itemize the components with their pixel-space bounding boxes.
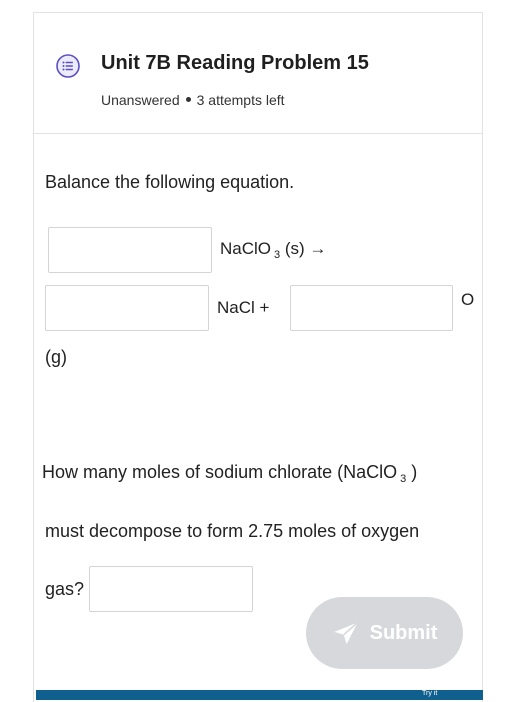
reactant-subscript: 3	[274, 249, 281, 261]
question-line-3: gas?	[45, 579, 85, 599]
question-line-1: How many moles of sodium chlorate (NaClO…	[42, 462, 418, 485]
footer-bar	[36, 690, 483, 700]
instruction-text: Balance the following equation.	[45, 172, 295, 192]
list-icon	[56, 54, 80, 78]
question-line-1-text: How many moles of sodium chlorate (NaClO	[42, 462, 398, 482]
question-line-2: must decompose to form 2.75 moles of oxy…	[45, 521, 420, 541]
moles-answer-input[interactable]	[89, 566, 253, 612]
question-subscript: 3	[400, 473, 407, 485]
separator-dot	[185, 96, 191, 102]
send-arrow-icon	[333, 621, 358, 645]
submit-label: Submit	[369, 621, 438, 644]
try-it-link[interactable]: Try it	[422, 690, 437, 697]
product-nacl: NaCl +	[217, 298, 270, 317]
question-status: Unanswered 3 attempts left	[101, 92, 285, 108]
gas-state-label: (g)	[45, 347, 67, 367]
question-title: Unit 7B Reading Problem 15	[101, 52, 369, 74]
question-line-1-close: )	[411, 462, 418, 482]
attempts-left: 3 attempts left	[196, 92, 285, 108]
coefficient-input-naclo3[interactable]	[48, 227, 212, 273]
answer-status: Unanswered	[101, 92, 180, 108]
coefficient-input-o2[interactable]	[290, 285, 453, 331]
header-divider	[33, 133, 483, 134]
coefficient-input-nacl[interactable]	[45, 285, 209, 331]
submit-button[interactable]: Submit	[306, 597, 463, 669]
product-oxygen: O	[461, 290, 475, 309]
reactant-state: (s) →	[284, 239, 327, 258]
reactant-name: NaClO	[220, 239, 272, 258]
reactant-formula: NaClO 3 (s) →	[220, 239, 327, 261]
